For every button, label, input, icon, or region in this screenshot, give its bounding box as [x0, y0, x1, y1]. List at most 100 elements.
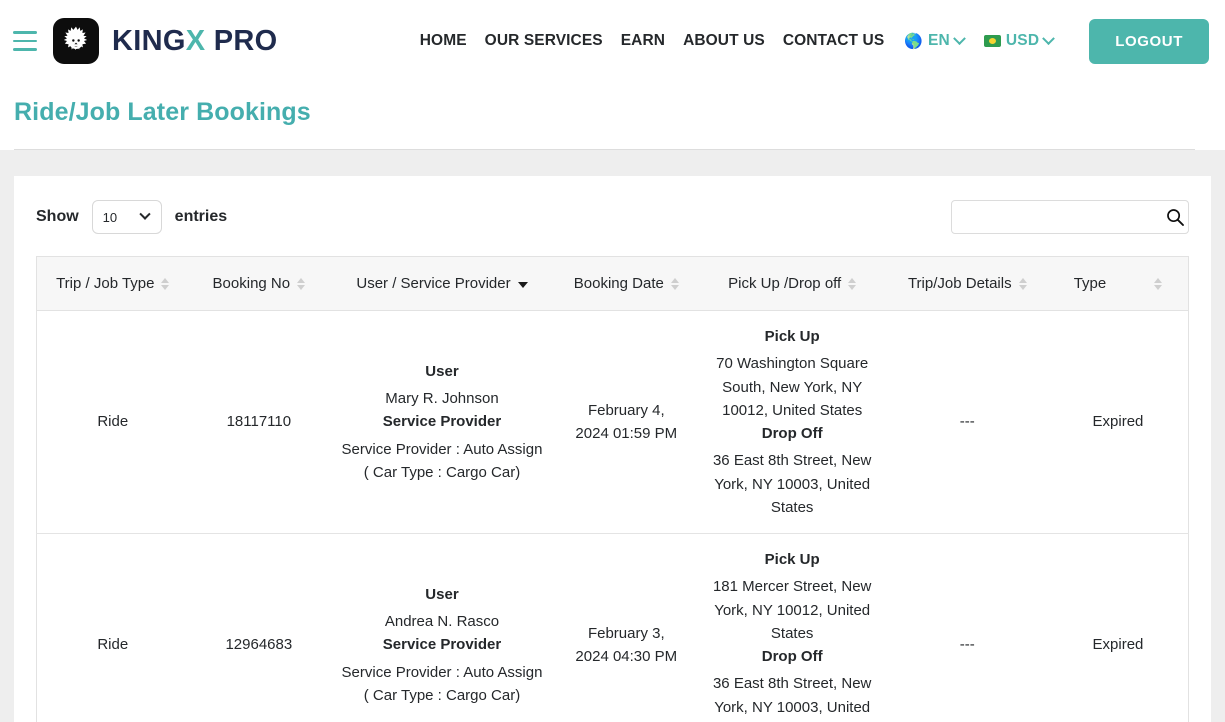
cell-type: Expired: [1047, 533, 1189, 722]
pickup-label: Pick Up: [764, 551, 820, 568]
chevron-down-icon: [1042, 31, 1056, 45]
sort-arrows-icon: [161, 277, 170, 290]
column-label: Pick Up /Drop off: [728, 275, 842, 292]
column-label: Trip / Job Type: [56, 275, 155, 292]
table-header-row: Trip / Job Type Booking No User / Servic…: [36, 256, 1189, 311]
table-head: Trip / Job Type Booking No User / Servic…: [36, 256, 1189, 311]
user-name: Mary R. Johnson: [385, 390, 499, 408]
column-header-type[interactable]: Type: [1047, 256, 1189, 311]
page-title: Ride/Job Later Bookings: [14, 98, 311, 126]
column-label: Trip/Job Details: [907, 275, 1012, 292]
sort-arrows-icon: [1018, 277, 1027, 290]
hamburger-bar: [13, 39, 37, 43]
content-background: Show 10 entries Trip / Job Type Booking …: [0, 150, 1225, 722]
service-provider-label: Service Provider: [382, 413, 502, 431]
column-header-booking-date[interactable]: Booking Date: [554, 256, 698, 311]
service-provider-value: Service Provider : Auto Assign: [341, 440, 543, 458]
cell-booking-no: 18117110: [188, 310, 330, 534]
cell-user-service-provider: User Mary R. Johnson Service Provider Se…: [329, 310, 555, 534]
show-entries-control: Show 10 entries: [36, 200, 227, 234]
service-provider-value: Service Provider : Auto Assign: [341, 663, 543, 681]
column-header-trip-job-details[interactable]: Trip/Job Details: [886, 256, 1048, 311]
user-label: User: [425, 362, 459, 380]
show-label: Show: [36, 208, 79, 225]
column-label: Booking Date: [573, 275, 664, 292]
cell-booking-no: 12964683: [188, 533, 330, 722]
booking-date-line1: February 4,: [587, 401, 665, 419]
language-selector[interactable]: 🌎 EN: [904, 31, 966, 50]
site-header: KINGX PRO HOME OUR SERVICES EARN ABOUT U…: [0, 0, 1225, 82]
dropoff-address: 36 East 8th Street, New York, NY 10003, …: [712, 452, 872, 516]
booking-date-line2: 2024 01:59 PM: [575, 425, 678, 442]
entries-label: entries: [174, 208, 228, 225]
currency-selector[interactable]: USD: [983, 31, 1056, 50]
logout-button[interactable]: LOGOUT: [1089, 18, 1209, 64]
table-row[interactable]: Ride 18117110 User Mary R. Johnson Servi…: [36, 310, 1189, 534]
table-container: Trip / Job Type Booking No User / Servic…: [36, 256, 1189, 722]
column-header-pickup-dropoff[interactable]: Pick Up /Drop off: [697, 256, 887, 311]
cell-pickup-dropoff: Pick Up 181 Mercer Street, New York, NY …: [697, 533, 887, 722]
search-input[interactable]: [951, 200, 1189, 234]
brand-name-part2: PRO: [205, 24, 278, 57]
table-body: Ride 18117110 User Mary R. Johnson Servi…: [36, 310, 1189, 722]
cell-trip-details: ---: [886, 310, 1048, 534]
brand-name-part1: KING: [112, 24, 186, 57]
user-name: Andrea N. Rasco: [384, 613, 500, 631]
brand-name: KINGX PRO: [112, 25, 277, 58]
dropoff-label: Drop Off: [761, 648, 823, 665]
nav-item-about-us[interactable]: ABOUT US: [683, 32, 765, 50]
globe-icon: 🌎: [904, 32, 923, 50]
brand-name-accent: X: [185, 24, 206, 57]
bookings-table: Trip / Job Type Booking No User / Servic…: [36, 256, 1189, 722]
sort-arrows-icon: [297, 277, 306, 290]
pickup-address: 181 Mercer Street, New York, NY 10012, U…: [712, 578, 872, 642]
main-nav: HOME OUR SERVICES EARN ABOUT US CONTACT …: [420, 18, 1209, 64]
search-box: [951, 200, 1189, 234]
flag-icon: [983, 35, 1001, 47]
chevron-down-icon: [953, 31, 966, 45]
brand-logo[interactable]: KINGX PRO: [53, 18, 277, 64]
cell-pickup-dropoff: Pick Up 70 Washington Square South, New …: [697, 310, 887, 534]
car-type-value: ( Car Type : Cargo Car): [363, 686, 521, 704]
language-label: EN: [927, 32, 950, 49]
dropoff-label: Drop Off: [761, 425, 823, 442]
booking-date-line1: February 3,: [587, 624, 665, 642]
nav-item-contact-us[interactable]: CONTACT US: [783, 32, 884, 50]
lion-logo-icon: [53, 18, 99, 64]
user-label: User: [425, 585, 459, 603]
column-label: Type: [1073, 275, 1107, 292]
nav-item-our-services[interactable]: OUR SERVICES: [485, 32, 603, 50]
sort-descending-icon: [517, 282, 528, 288]
service-provider-label: Service Provider: [382, 636, 502, 654]
hamburger-bar: [13, 31, 37, 34]
bookings-card: Show 10 entries Trip / Job Type Booking …: [14, 176, 1211, 722]
hamburger-icon[interactable]: [13, 31, 39, 51]
column-header-trip-job-type[interactable]: Trip / Job Type: [36, 256, 189, 311]
cell-booking-date: February 3, 2024 04:30 PM: [554, 533, 698, 722]
nav-item-earn[interactable]: EARN: [621, 32, 665, 50]
column-label: User / Service Provider: [356, 275, 511, 292]
pickup-label: Pick Up: [764, 328, 820, 345]
entries-value: 10: [102, 209, 118, 225]
entries-per-page-select[interactable]: 10: [91, 200, 162, 234]
chevron-down-icon: [139, 208, 151, 220]
nav-item-home[interactable]: HOME: [420, 32, 467, 50]
hamburger-bar: [13, 48, 37, 51]
dropoff-address: 36 East 8th Street, New York, NY 10003, …: [712, 675, 872, 722]
cell-trip-type: Ride: [36, 533, 189, 722]
column-header-booking-no[interactable]: Booking No: [188, 256, 330, 311]
sort-arrows-icon: [1154, 277, 1163, 290]
table-row[interactable]: Ride 12964683 User Andrea N. Rasco Servi…: [36, 533, 1189, 722]
page-title-block: Ride/Job Later Bookings: [0, 82, 1225, 150]
sort-arrows-icon: [670, 277, 679, 290]
pickup-address: 70 Washington Square South, New York, NY…: [716, 355, 869, 419]
cell-trip-details: ---: [886, 533, 1048, 722]
sort-arrows-icon: [848, 277, 857, 290]
cell-booking-date: February 4, 2024 01:59 PM: [554, 310, 698, 534]
car-type-value: ( Car Type : Cargo Car): [363, 463, 521, 481]
table-toolbar: Show 10 entries: [36, 198, 1189, 256]
column-header-user-service-provider[interactable]: User / Service Provider: [329, 256, 555, 311]
booking-date-line2: 2024 04:30 PM: [575, 648, 678, 665]
search-icon[interactable]: [1165, 207, 1185, 227]
cell-user-service-provider: User Andrea N. Rasco Service Provider Se…: [329, 533, 555, 722]
